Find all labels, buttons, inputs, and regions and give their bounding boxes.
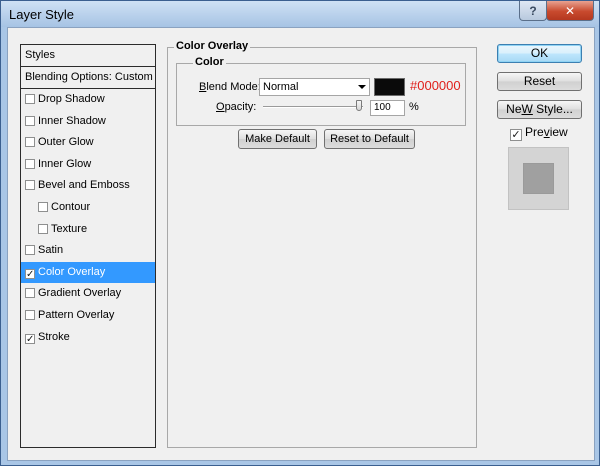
- checkbox-icon[interactable]: [25, 158, 35, 169]
- chevron-down-icon: [358, 85, 366, 89]
- checkbox-icon[interactable]: [25, 94, 35, 104]
- opacity-mnemonic: O: [216, 101, 225, 113]
- style-items: Drop Shadow Inner Shadow Outer Glow Inner G…: [21, 89, 155, 348]
- style-item-inner-glow[interactable]: Inner Glow: [21, 154, 155, 176]
- title-bar[interactable]: Layer Style ? ✕: [1, 1, 599, 27]
- window-title: Layer Style: [9, 7, 75, 22]
- new-style-button[interactable]: NeW Style...: [497, 100, 582, 119]
- styles-list: Styles Blending Options: Custom Drop Sha…: [20, 44, 156, 448]
- style-item-stroke[interactable]: ✓ Stroke: [21, 327, 155, 349]
- blend-mode-select[interactable]: Normal: [259, 78, 370, 96]
- help-button[interactable]: ?: [519, 1, 547, 21]
- checkbox-icon[interactable]: [25, 245, 35, 256]
- style-item-label: Inner Glow: [38, 157, 92, 170]
- opacity-label: Opacity:: [216, 101, 256, 113]
- style-item-drop-shadow[interactable]: Drop Shadow: [21, 89, 155, 111]
- blend-mode-label-rest: lend Mode:: [206, 81, 261, 93]
- close-icon: ✕: [564, 3, 576, 18]
- style-item-label: Pattern Overlay: [38, 308, 115, 321]
- preview-prefix: Pre: [525, 125, 544, 139]
- checkbox-icon[interactable]: [25, 288, 35, 299]
- opacity-input[interactable]: 100: [370, 100, 405, 116]
- style-item-label: Stroke: [38, 330, 70, 343]
- opacity-value: 100: [374, 102, 391, 113]
- checkbox-checked-icon[interactable]: ✓: [25, 268, 35, 279]
- style-item-color-overlay[interactable]: ✓ Color Overlay: [21, 261, 155, 284]
- style-item-texture[interactable]: Texture: [21, 219, 155, 241]
- close-button[interactable]: ✕: [546, 1, 594, 21]
- style-item-outer-glow[interactable]: Outer Glow: [21, 132, 155, 154]
- style-item-pattern-overlay[interactable]: Pattern Overlay: [21, 305, 155, 327]
- style-item-label: Inner Shadow: [38, 114, 106, 127]
- checkbox-icon[interactable]: [25, 137, 35, 148]
- style-item-inner-shadow[interactable]: Inner Shadow: [21, 111, 155, 133]
- checkbox-icon[interactable]: [25, 115, 35, 126]
- style-item-label: Color Overlay: [38, 265, 106, 278]
- style-item-label: Texture: [51, 222, 88, 235]
- opacity-slider-thumb[interactable]: [356, 100, 362, 111]
- blend-mode-value: Normal: [263, 81, 299, 93]
- reset-to-default-button[interactable]: Reset to Default: [324, 129, 415, 149]
- style-item-label: Outer Glow: [38, 136, 94, 149]
- style-item-satin[interactable]: Satin: [21, 240, 155, 262]
- opacity-slider-track[interactable]: [263, 106, 363, 108]
- checkbox-icon[interactable]: [38, 201, 48, 212]
- checkbox-checked-icon[interactable]: ✓: [25, 333, 35, 344]
- preview-check-icon[interactable]: ✓: [510, 129, 522, 141]
- opacity-unit: %: [409, 101, 419, 113]
- style-preview: [508, 147, 569, 210]
- new-style-prefix: Ne: [506, 102, 522, 116]
- new-style-suffix: Style...: [532, 102, 573, 116]
- color-group-title: Color: [193, 56, 226, 68]
- opacity-label-rest: pacity:: [224, 101, 257, 113]
- reset-button[interactable]: Reset: [497, 72, 582, 91]
- styles-header[interactable]: Styles: [21, 45, 155, 67]
- style-item-label: Gradient Overlay: [38, 287, 122, 300]
- hex-color-value: #000000: [410, 78, 461, 93]
- style-item-label: Bevel and Emboss: [38, 179, 130, 192]
- blending-options-item[interactable]: Blending Options: Custom: [21, 67, 155, 89]
- style-item-label: Contour: [51, 200, 91, 213]
- preview-thumbnail: [523, 163, 554, 194]
- preview-suffix: iew: [549, 125, 568, 139]
- ok-button[interactable]: OK: [497, 44, 582, 63]
- checkbox-icon[interactable]: [38, 223, 48, 234]
- help-icon: ?: [529, 3, 537, 18]
- make-default-button[interactable]: Make Default: [238, 129, 317, 149]
- style-item-gradient-overlay[interactable]: Gradient Overlay: [21, 283, 155, 305]
- style-item-label: Satin: [38, 244, 64, 257]
- style-item-bevel-and-emboss[interactable]: Bevel and Emboss: [21, 175, 155, 197]
- new-style-mnemonic: W: [521, 102, 533, 116]
- layer-style-window: Layer Style ? ✕ Styles Blending Options:…: [0, 0, 600, 466]
- blend-mode-label: Blend Mode:: [199, 81, 261, 93]
- style-item-contour[interactable]: Contour: [21, 197, 155, 219]
- preview-checkbox[interactable]: ✓ Preview: [510, 125, 568, 141]
- checkbox-icon[interactable]: [25, 180, 35, 191]
- style-item-label: Drop Shadow: [38, 93, 105, 105]
- color-overlay-title: Color Overlay: [174, 40, 251, 52]
- dialog-body: Styles Blending Options: Custom Drop Sha…: [7, 27, 595, 461]
- color-swatch[interactable]: [374, 78, 405, 96]
- checkbox-icon[interactable]: [25, 309, 35, 320]
